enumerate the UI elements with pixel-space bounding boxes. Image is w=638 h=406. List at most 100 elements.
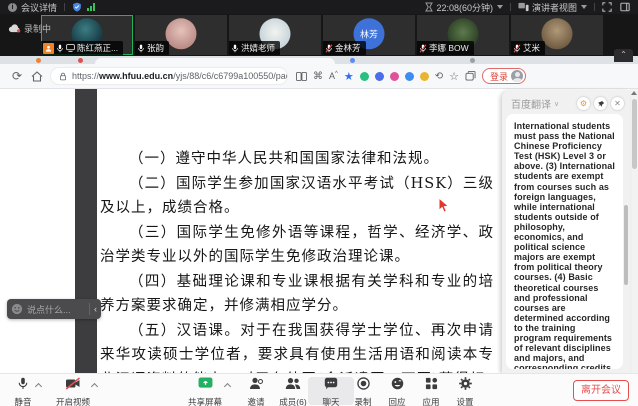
start-video-button[interactable]: 开启视频 xyxy=(50,377,96,405)
panel-scrollbar-thumb[interactable] xyxy=(624,205,628,285)
document-paragraph: （一）遵守中华人民共和国国家法律和法规。 xyxy=(100,147,494,172)
mute-button[interactable]: 静音 xyxy=(0,377,46,405)
tab-favicon xyxy=(36,58,41,63)
participant-tile[interactable]: 李娜 BOW xyxy=(417,15,509,55)
translate-settings-gear-icon[interactable]: ⚙ xyxy=(577,97,590,110)
fullscreen-icon[interactable] xyxy=(602,2,612,12)
chat-icon xyxy=(324,377,338,390)
timer-dropdown-icon[interactable] xyxy=(497,5,503,9)
apps-grid-icon xyxy=(425,377,438,390)
side-layout-icon[interactable] xyxy=(620,2,630,12)
mic-on-icon xyxy=(56,44,64,53)
split-screen-icon[interactable] xyxy=(296,72,307,81)
participant-nametag: 陈红燕正... xyxy=(41,41,123,55)
translate-panel-header: 百度翻译 ∨ ⚙ ✕ xyxy=(502,90,630,115)
share-screen-button[interactable]: 共享屏幕 xyxy=(182,377,228,405)
meeting-window: i 会议详情 22:08(60分钟) 演讲者视图 xyxy=(0,0,638,406)
mute-options-chevron[interactable] xyxy=(36,382,42,388)
translation-text: International students must pass the Nat… xyxy=(514,121,615,369)
network-signal-icon xyxy=(87,3,95,11)
extension-icon[interactable] xyxy=(405,72,414,81)
avatar-initials: 林芳 xyxy=(360,27,378,40)
share-screen-icon xyxy=(198,377,213,390)
participant-tile[interactable]: 洪婧老师 xyxy=(229,15,321,55)
quick-chat-bubble[interactable]: 说点什么... ‹ xyxy=(7,299,101,319)
scrollbar-thumb[interactable] xyxy=(632,99,637,169)
camera-off-icon xyxy=(65,377,81,390)
recording-indicator[interactable]: 录制中 xyxy=(8,22,51,35)
video-options-chevron[interactable] xyxy=(92,382,98,388)
divider xyxy=(89,303,90,315)
home-icon[interactable] xyxy=(31,71,43,82)
collapse-bubble-icon[interactable]: ‹ xyxy=(94,304,97,314)
document-paragraph: （四）基础理论课和专业课根据有关学科和专业的培养方案要求确定，并修满相应学分。 xyxy=(100,270,494,319)
participant-tile[interactable]: 艾米 xyxy=(511,15,603,55)
hourglass-icon xyxy=(425,2,433,12)
participant-name: 陈红燕正... xyxy=(77,42,118,54)
browser-tab-bar[interactable] xyxy=(0,56,638,64)
mic-muted-icon xyxy=(325,44,333,53)
avatar xyxy=(542,18,573,49)
workspaces-icon[interactable]: ⌘ xyxy=(313,71,323,82)
extension-icon[interactable] xyxy=(360,72,369,81)
pin-icon[interactable] xyxy=(594,97,607,110)
security-shield-icon[interactable] xyxy=(72,2,82,12)
chat-input-placeholder[interactable]: 说点什么... xyxy=(27,303,85,316)
participant-nametag: 艾米 xyxy=(511,41,545,55)
recording-label: 录制中 xyxy=(24,22,51,35)
translate-panel-title[interactable]: 百度翻译 xyxy=(511,96,551,111)
favorite-star-icon[interactable]: ★ xyxy=(344,70,354,83)
emoji-smiley-icon[interactable] xyxy=(11,303,23,315)
participant-tile[interactable]: 林芳 金林芳 xyxy=(323,15,415,55)
bookmark-star-icon[interactable]: ☆ xyxy=(449,70,459,83)
meeting-topbar: i 会议详情 22:08(60分钟) 演讲者视图 xyxy=(0,0,638,14)
meeting-details-button[interactable]: 会议详情 xyxy=(21,1,57,14)
address-bar[interactable]: https://www.hfuu.edu.cn/yjs/88/c6/c6799a… xyxy=(50,67,288,85)
mic-on-icon xyxy=(137,44,145,53)
mute-label: 静音 xyxy=(0,396,46,406)
settings-button[interactable]: 设置 xyxy=(442,377,488,405)
scroll-up-arrow-icon[interactable] xyxy=(631,91,637,95)
settings-label: 设置 xyxy=(442,396,488,406)
chevron-down-icon[interactable]: ∨ xyxy=(554,100,559,108)
leave-meeting-button[interactable]: 离开会议 xyxy=(573,380,629,401)
extension-icon[interactable] xyxy=(390,72,399,81)
view-mode-dropdown-icon[interactable] xyxy=(581,5,587,9)
browser-extension-row: ⌘ A^ ★ ⟲ ☆ xyxy=(296,70,476,83)
browser-toolbar: ⟳ https://www.hfuu.edu.cn/yjs/88/c6/c679… xyxy=(0,64,638,89)
tab-favicon xyxy=(470,58,475,63)
page-scrollbar[interactable] xyxy=(630,89,638,373)
strip-collapse-button[interactable]: ⌃ xyxy=(614,49,633,62)
close-icon[interactable]: ✕ xyxy=(611,97,624,110)
host-badge-icon xyxy=(43,43,54,54)
screen-sharing-icon xyxy=(66,44,75,52)
baidu-translate-panel: 百度翻译 ∨ ⚙ ✕ International students must p… xyxy=(502,90,630,373)
meeting-timer[interactable]: 22:08(60分钟) xyxy=(436,1,493,14)
participant-tile[interactable]: 陈红燕正... xyxy=(41,15,133,55)
extension-icon[interactable] xyxy=(375,72,384,81)
participant-nametag: 张韵 xyxy=(135,41,169,55)
url-path: /yjs/88/c6/c6799a100550/page.htm xyxy=(173,71,288,81)
view-mode-button[interactable]: 演讲者视图 xyxy=(532,1,577,14)
lock-icon[interactable] xyxy=(59,72,67,81)
extension-icon[interactable] xyxy=(420,72,429,81)
document-paragraph: （三）国际学生免修外语等课程，哲学、经济学、政治学类专业以外的国际学生免修政治理… xyxy=(100,221,494,270)
refresh-icon[interactable]: ⟳ xyxy=(6,69,28,83)
invite-person-icon xyxy=(249,377,263,390)
participant-strip: 陈红燕正... 张韵 洪婧老师 林芳 金林芳 xyxy=(0,14,638,56)
document-text: （一）遵守中华人民共和国国家法律和法规。 （二）国际学生参加国家汉语水平考试（H… xyxy=(100,147,494,373)
participant-name: 张韵 xyxy=(147,42,164,54)
divider xyxy=(64,3,65,11)
participant-tile[interactable]: 张韵 xyxy=(135,15,227,55)
read-aloud-icon[interactable]: A^ xyxy=(329,71,338,81)
collections-icon[interactable] xyxy=(465,71,476,81)
browser-login-button[interactable]: 登录 xyxy=(482,68,526,84)
share-options-chevron[interactable] xyxy=(225,382,231,388)
tab-favicon xyxy=(78,58,83,63)
history-sync-icon[interactable]: ⟲ xyxy=(435,71,443,82)
url-scheme: https:// xyxy=(72,71,99,81)
divider xyxy=(510,3,511,11)
page-side-band xyxy=(75,89,97,373)
share-screen-label: 共享屏幕 xyxy=(182,396,228,406)
mic-muted-icon xyxy=(513,44,521,53)
